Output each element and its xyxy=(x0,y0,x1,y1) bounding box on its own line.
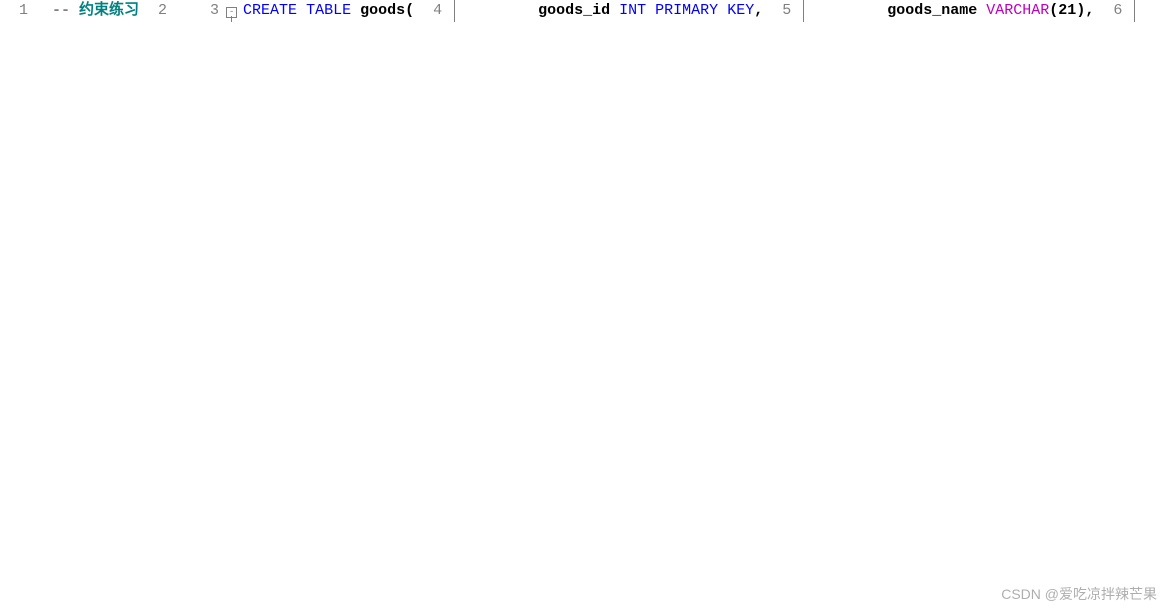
fold-gutter[interactable]: - xyxy=(225,0,243,22)
code-content[interactable]: goods_name VARCHAR(21), xyxy=(815,0,1094,22)
line-number: 1 xyxy=(0,0,34,22)
code-line[interactable]: 3-CREATE TABLE goods( xyxy=(191,0,414,22)
line-number: 3 xyxy=(191,0,225,22)
token-tx xyxy=(646,2,655,19)
fold-gutter xyxy=(797,0,815,22)
code-content[interactable]: CREATE TABLE goods( xyxy=(243,0,414,22)
token-tx: goods xyxy=(351,2,405,19)
fold-gutter xyxy=(448,0,466,22)
token-pn: ( xyxy=(405,2,414,19)
token-kw: KEY xyxy=(727,2,754,19)
token-cm: 约束练习 xyxy=(79,2,139,19)
code-content[interactable]: unitprice DOUBLE CHECK(unitprice BETWEEN… xyxy=(1146,0,1167,22)
line-number: 5 xyxy=(763,0,797,22)
token-tx: goods_id xyxy=(466,2,619,19)
code-line[interactable]: 5 goods_name VARCHAR(21), xyxy=(763,0,1094,22)
token-op: -- xyxy=(52,2,79,19)
token-pn: , xyxy=(754,2,763,19)
fold-gutter xyxy=(34,0,52,22)
code-line[interactable]: 2 xyxy=(139,0,191,22)
token-pn: ) xyxy=(1076,2,1085,19)
token-tx: unitprice xyxy=(1146,2,1167,19)
token-pn: ( xyxy=(1049,2,1058,19)
fold-gutter xyxy=(173,0,191,22)
code-line[interactable]: 4 goods_id INT PRIMARY KEY, xyxy=(414,0,763,22)
token-kw: PRIMARY xyxy=(655,2,718,19)
token-nm: 21 xyxy=(1058,2,1076,19)
token-tx xyxy=(297,2,306,19)
code-editor[interactable]: 1-- 约束练习23-CREATE TABLE goods(4 goods_id… xyxy=(0,0,1167,22)
code-line[interactable]: 6 unitprice DOUBLE CHECK(unitprice BETWE… xyxy=(1094,0,1167,22)
line-number: 6 xyxy=(1094,0,1128,22)
token-fn: VARCHAR xyxy=(986,2,1049,19)
code-content[interactable]: goods_id INT PRIMARY KEY, xyxy=(466,0,763,22)
fold-gutter xyxy=(1128,0,1146,22)
token-kw: TABLE xyxy=(306,2,351,19)
code-content[interactable]: -- 约束练习 xyxy=(52,0,139,22)
code-line[interactable]: 1 -- 约束练习 xyxy=(0,0,139,22)
line-number: 4 xyxy=(414,0,448,22)
token-pn: , xyxy=(1085,2,1094,19)
token-tx: goods_name xyxy=(815,2,986,19)
line-number: 2 xyxy=(139,0,173,22)
token-kw: CREATE xyxy=(243,2,297,19)
watermark-text: CSDN @爱吃凉拌辣芒果 xyxy=(1001,584,1157,604)
token-tx xyxy=(718,2,727,19)
token-kw: INT xyxy=(619,2,646,19)
